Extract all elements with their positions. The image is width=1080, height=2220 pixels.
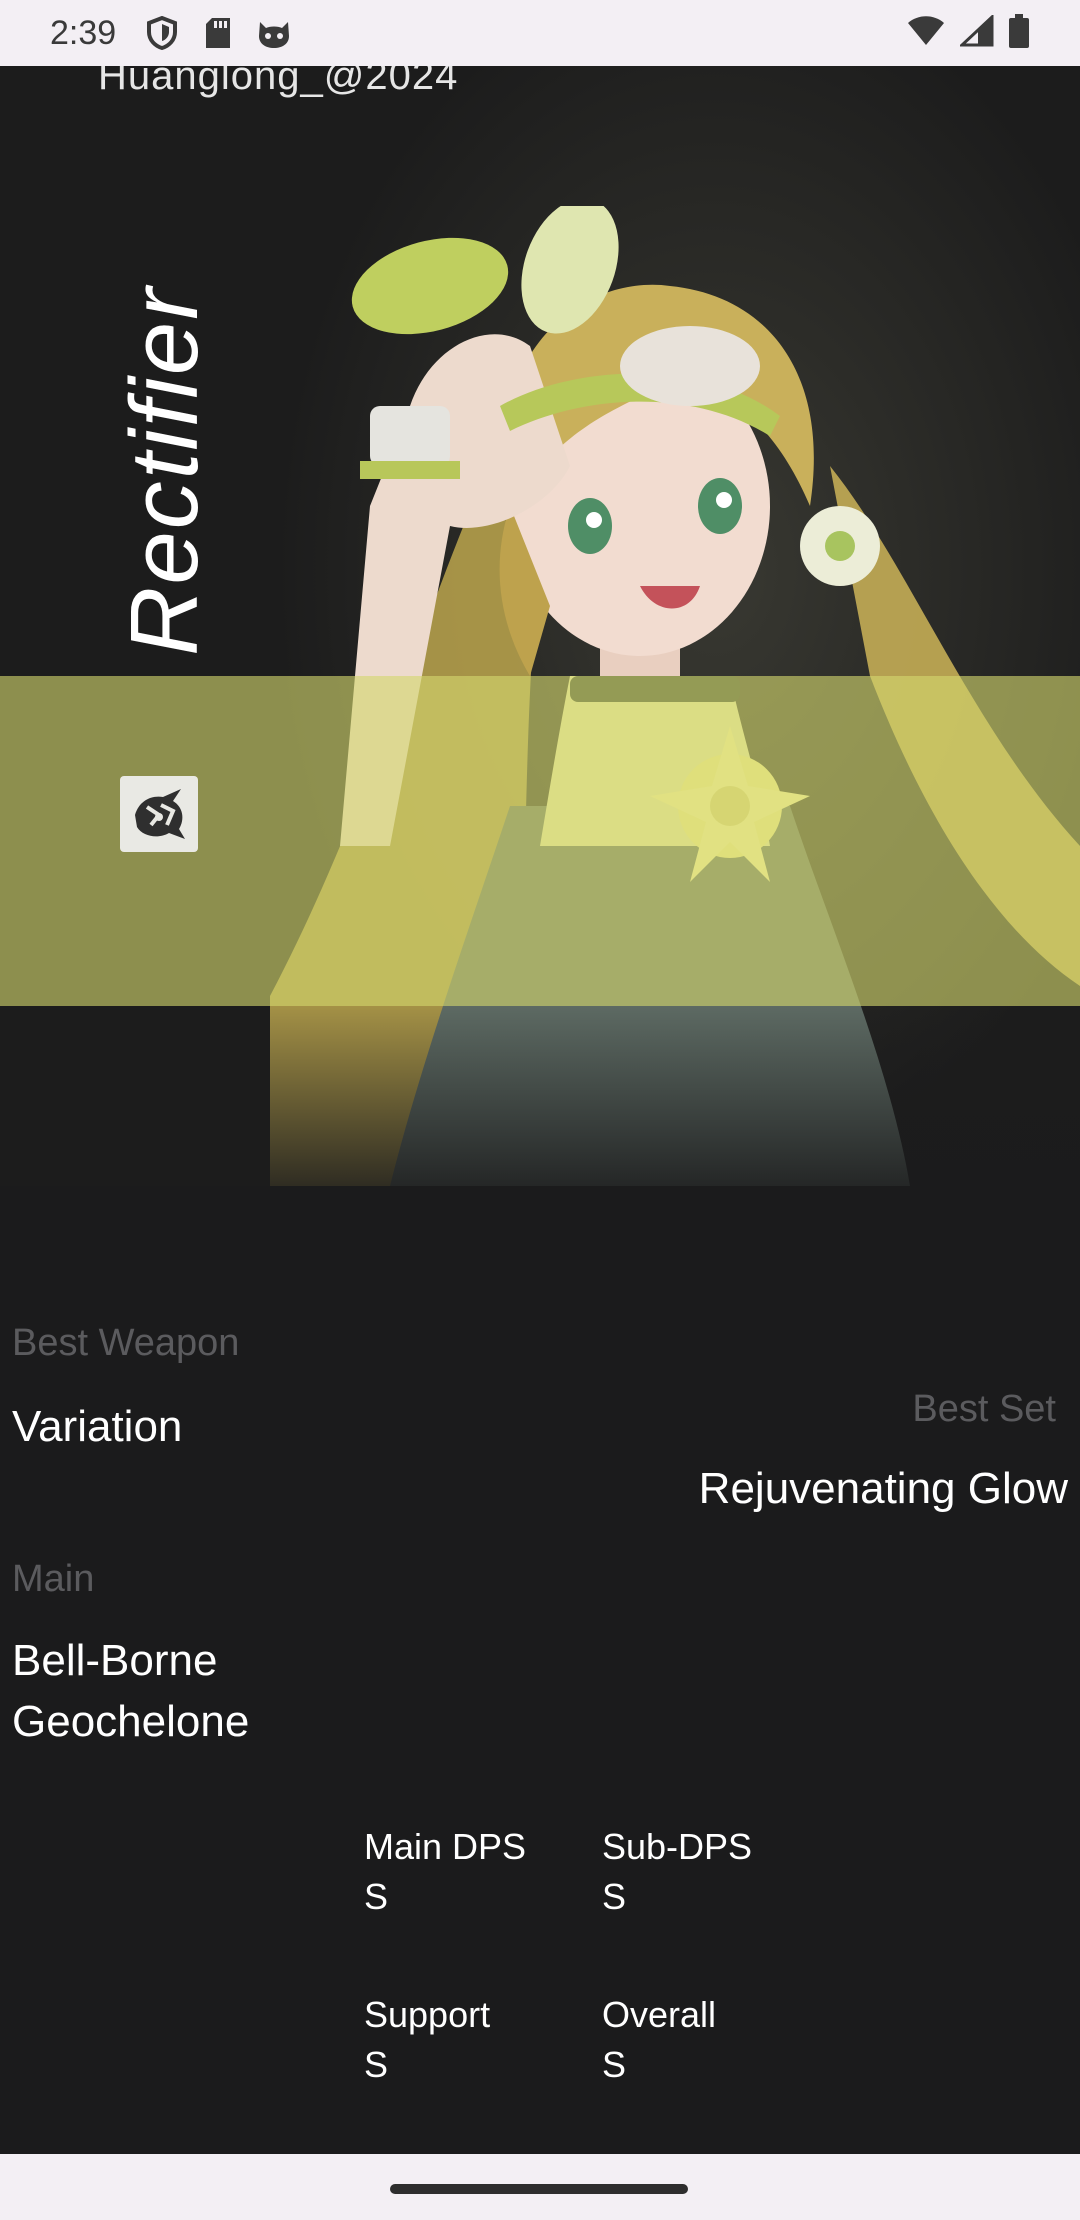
rating-label: Sub-DPS <box>602 1826 753 1867</box>
rating-main-dps: Main DPS S <box>364 1826 526 1918</box>
rating-label: Main DPS <box>364 1826 527 1867</box>
status-right-group <box>906 13 1030 52</box>
rating-label: Support <box>364 1994 491 2035</box>
system-navigation-bar <box>0 2154 1080 2220</box>
aero-element-icon[interactable] <box>120 776 198 852</box>
status-time: 2:39 <box>50 13 117 52</box>
best-set-value: Rejuvenating Glow <box>698 1464 1068 1513</box>
home-gesture-handle[interactable] <box>390 2184 688 2194</box>
rating-sub-dps: Sub-DPS S <box>602 1826 752 1918</box>
wifi-icon <box>906 15 946 51</box>
rating-value: S <box>364 1876 389 1917</box>
best-weapon-label: Best Weapon <box>12 1322 240 1364</box>
shield-icon <box>144 15 180 51</box>
main-echo-label: Main <box>12 1558 95 1600</box>
status-bar: 2:39 <box>0 0 1080 66</box>
battery-icon <box>1008 14 1030 52</box>
copyright-text: Huanglong_@2024 <box>98 66 459 98</box>
best-set-label: Best Set <box>912 1388 1056 1430</box>
cat-face-icon <box>256 15 292 51</box>
rating-support: Support S <box>364 1994 490 2086</box>
sd-card-icon <box>200 15 236 51</box>
rating-value: S <box>602 2044 627 2085</box>
hair-flower <box>800 506 880 586</box>
rating-value: S <box>364 2044 389 2085</box>
hero-fade <box>270 1006 1080 1186</box>
main-echo-value: Bell-Borne Geochelone <box>12 1630 249 1752</box>
signal-icon <box>958 13 994 51</box>
weapon-class-label: Rectifier <box>111 285 218 656</box>
app-screen: 2:39 Huanglong_@2024 Rectifier Best Weap… <box>0 0 1080 2220</box>
rating-overall: Overall S <box>602 1994 716 2086</box>
main-echo-line-2: Geochelone <box>12 1697 250 1746</box>
rating-label: Overall <box>602 1994 717 2035</box>
character-hero: Huanglong_@2024 Rectifier <box>0 66 1080 1186</box>
rating-value: S <box>602 1876 627 1917</box>
best-weapon-value: Variation <box>12 1402 183 1451</box>
main-echo-line-1: Bell-Borne <box>12 1636 218 1685</box>
